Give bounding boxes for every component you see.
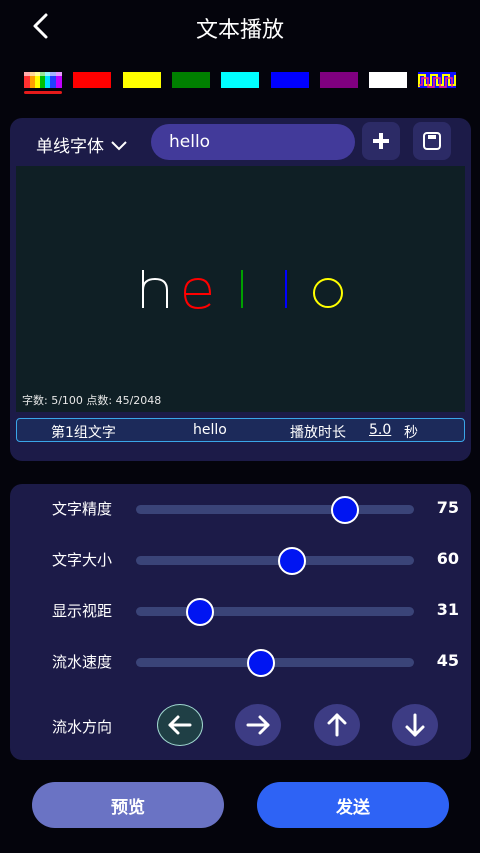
selected-swatch-indicator: [24, 91, 62, 94]
arrow-left-icon: [168, 715, 192, 735]
preview-button[interactable]: 预览: [32, 782, 224, 828]
text-group-bar[interactable]: 第1组文字 hello 播放时长 5.0 秒: [16, 418, 465, 442]
slider-row-distance: 显示视距 31: [10, 590, 471, 630]
speed-slider[interactable]: [136, 649, 414, 677]
text-preview-canvas: 字数: 5/100 点数: 45/2048: [16, 166, 465, 412]
slider-value: 60: [436, 549, 459, 568]
slider-label: 流水速度: [52, 653, 113, 671]
duration-value[interactable]: 5.0: [369, 422, 391, 438]
direction-up-button[interactable]: [314, 704, 360, 746]
arrow-right-icon: [246, 715, 270, 735]
slider-row-speed: 流水速度 45: [10, 641, 471, 681]
arrow-down-icon: [405, 713, 425, 737]
slider-thumb[interactable]: [247, 649, 276, 677]
direction-down-button[interactable]: [392, 704, 438, 746]
group-label: 第1组文字: [51, 425, 116, 441]
group-text: hello: [193, 422, 227, 438]
slider-value: 31: [436, 600, 459, 619]
direction-left-button[interactable]: [157, 704, 203, 746]
slider-row-size: 文字大小 60: [10, 539, 471, 579]
swatch-pattern[interactable]: [418, 72, 456, 88]
preview-stats: 字数: 5/100 点数: 45/2048: [22, 394, 162, 407]
send-button[interactable]: 发送: [257, 782, 449, 828]
text-panel: 单线字体 字数: 5/100 点数: 45/2048: [10, 118, 471, 461]
slider-thumb[interactable]: [185, 598, 214, 626]
font-select-label: 单线字体: [36, 137, 104, 157]
duration-label: 播放时长: [290, 425, 346, 441]
swatch-blue[interactable]: [271, 72, 309, 88]
swatch-red[interactable]: [73, 72, 111, 88]
slider-label: 文字精度: [52, 500, 113, 518]
chevron-down-icon: [111, 140, 127, 150]
size-slider[interactable]: [136, 547, 414, 575]
color-swatch-bar: [0, 68, 480, 98]
add-group-button[interactable]: [362, 122, 400, 160]
precision-slider[interactable]: [136, 496, 414, 524]
preview-text-render: [142, 270, 343, 310]
swatch-cyan[interactable]: [221, 72, 259, 88]
slider-thumb[interactable]: [277, 547, 306, 575]
swatch-white[interactable]: [369, 72, 407, 88]
direction-label: 流水方向: [52, 718, 113, 736]
slider-value: 45: [436, 651, 459, 670]
swatch-green[interactable]: [172, 72, 210, 88]
slider-label: 文字大小: [52, 551, 113, 569]
save-button[interactable]: [413, 122, 451, 160]
save-icon: [423, 132, 441, 150]
page-title: 文本播放: [195, 18, 284, 43]
slider-label: 显示视距: [52, 602, 113, 620]
settings-panel: 文字精度 75 文字大小 60 显示视距 31 流水速度 45 流水方向: [10, 484, 471, 760]
slider-value: 75: [436, 498, 459, 517]
swatch-rainbow[interactable]: [24, 72, 62, 88]
slider-row-precision: 文字精度 75: [10, 488, 471, 528]
header: 文本播放: [0, 0, 480, 56]
direction-right-button[interactable]: [235, 704, 281, 746]
duration-unit: 秒: [404, 425, 418, 441]
slider-thumb[interactable]: [330, 496, 359, 524]
swatch-purple[interactable]: [320, 72, 358, 88]
text-input[interactable]: [151, 124, 355, 160]
arrow-up-icon: [327, 713, 347, 737]
font-select[interactable]: 单线字体: [36, 132, 128, 157]
distance-slider[interactable]: [136, 598, 414, 626]
swatch-yellow[interactable]: [123, 72, 161, 88]
plus-icon: [373, 133, 389, 149]
